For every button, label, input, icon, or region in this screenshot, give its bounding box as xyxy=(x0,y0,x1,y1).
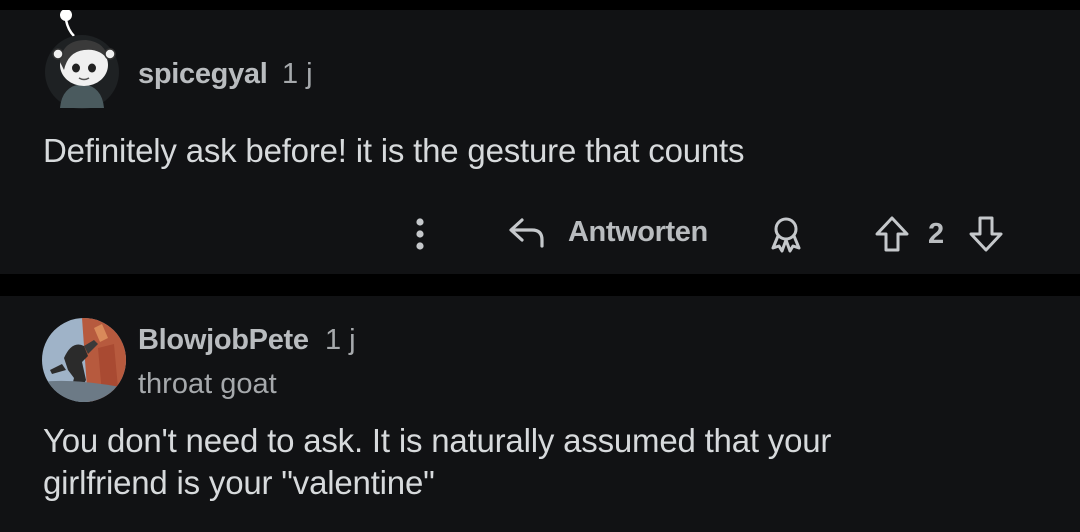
user-avatar[interactable] xyxy=(42,318,126,402)
more-vertical-icon[interactable] xyxy=(404,214,436,254)
user-flair: throat goat xyxy=(138,368,277,400)
reply-button[interactable]: Antworten xyxy=(502,210,716,256)
comment-body: Definitely ask before! it is the gesture… xyxy=(43,132,745,169)
user-avatar-image xyxy=(42,318,126,402)
comment-username[interactable]: spicegyal xyxy=(138,58,268,91)
comment-age: 1 j xyxy=(282,58,313,90)
user-avatar[interactable] xyxy=(44,9,124,114)
reply-arrow-icon xyxy=(502,214,550,250)
downvote-arrow-icon[interactable] xyxy=(962,212,1010,256)
comment-card: BlowjobPete 1 j throat goat You don't ne… xyxy=(0,296,1080,532)
comment-body: You don't need to ask. It is naturally a… xyxy=(43,422,832,501)
vote-score: 2 xyxy=(928,218,945,250)
award-icon[interactable] xyxy=(764,214,808,254)
comment-age: 1 j xyxy=(325,324,356,356)
comment-card: spicegyal 1 j Definitely ask before! it … xyxy=(0,9,1080,274)
upvote-arrow-icon[interactable] xyxy=(868,212,916,256)
snoo-avatar-icon xyxy=(45,9,119,109)
comment-username[interactable]: BlowjobPete xyxy=(138,324,309,357)
reply-label: Antworten xyxy=(568,216,708,248)
